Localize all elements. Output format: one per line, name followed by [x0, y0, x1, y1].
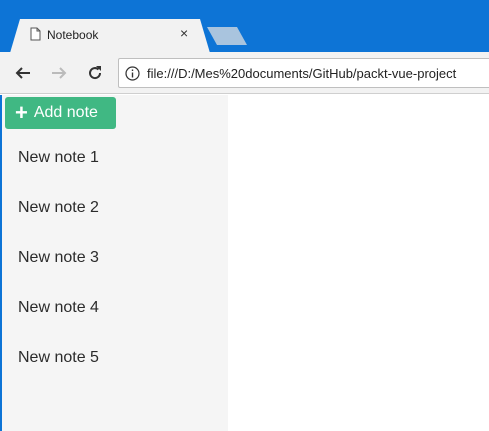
url-text: file:///D:/Mes%20documents/GitHub/packt-… [147, 66, 457, 81]
note-list: New note 1 New note 2 New note 3 New not… [2, 143, 228, 393]
back-arrow-icon [15, 67, 30, 79]
reload-icon [89, 66, 102, 80]
note-item[interactable]: New note 1 [2, 143, 228, 193]
info-icon[interactable] [125, 66, 140, 81]
plus-icon: + [15, 100, 28, 125]
browser-tab-notebook[interactable]: Notebook × [10, 19, 210, 53]
new-tab-button[interactable] [207, 27, 247, 45]
page-viewport: + Add note New note 1 New note 2 New not… [0, 95, 489, 431]
notes-sidebar: + Add note New note 1 New note 2 New not… [2, 95, 228, 431]
address-bar[interactable]: file:///D:/Mes%20documents/GitHub/packt-… [118, 58, 489, 88]
forward-arrow-icon [52, 67, 67, 79]
document-icon [30, 27, 41, 41]
browser-toolbar: file:///D:/Mes%20documents/GitHub/packt-… [0, 52, 489, 94]
reload-button[interactable] [84, 62, 106, 84]
note-item[interactable]: New note 2 [2, 193, 228, 243]
tab-title: Notebook [47, 28, 99, 42]
window-border [0, 95, 2, 431]
back-button[interactable] [12, 62, 34, 84]
browser-title-bar: Notebook × [0, 0, 489, 53]
add-note-label: Add note [33, 104, 98, 121]
note-item[interactable]: New note 3 [2, 243, 228, 293]
forward-button[interactable] [48, 62, 70, 84]
add-note-button[interactable]: + Add note [5, 97, 116, 129]
note-item[interactable]: New note 4 [2, 293, 228, 343]
note-item[interactable]: New note 5 [2, 343, 228, 393]
tab-close-icon[interactable]: × [180, 26, 188, 40]
